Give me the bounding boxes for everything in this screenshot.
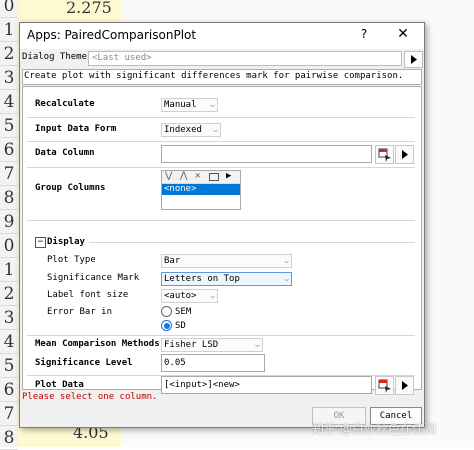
- recalculate-combo[interactable]: Manual ⌵: [161, 98, 218, 112]
- row-number[interactable]: 1: [0, 258, 18, 282]
- recalculate-value: Manual: [164, 100, 197, 110]
- input-data-form-label: Input Data Form: [35, 124, 117, 134]
- description-box: Create plot with significant differences…: [22, 69, 422, 85]
- window-icon[interactable]: [209, 173, 219, 181]
- row-number[interactable]: 4: [0, 90, 18, 114]
- theme-menu-button[interactable]: [404, 51, 423, 68]
- row-number[interactable]: 2: [0, 282, 18, 306]
- data-column-menu-button[interactable]: [395, 145, 414, 164]
- chevron-down-icon: ⌵: [255, 340, 260, 349]
- input-data-form-value: Indexed: [164, 125, 202, 135]
- group-columns-label: Group Columns: [35, 183, 106, 193]
- range-selector-icon: [378, 148, 391, 162]
- divider: [27, 117, 415, 118]
- chevron-down-icon: ⌵: [284, 274, 289, 283]
- radio-sem-label: SEM: [175, 307, 192, 317]
- label-font-size-combo[interactable]: <auto> ⌵: [161, 289, 218, 303]
- row-number[interactable]: 1: [0, 18, 18, 42]
- row-number[interactable]: 3: [0, 66, 18, 90]
- chevron-down-icon: ⌵: [213, 125, 218, 134]
- row-headers: 0123456789012345678: [0, 0, 19, 450]
- range-selector-icon: [378, 379, 391, 393]
- plot-type-value: Bar: [164, 256, 181, 266]
- group-columns-selected-item[interactable]: <none>: [162, 184, 240, 195]
- plot-type-combo[interactable]: Bar ⌵: [161, 254, 292, 268]
- play-arrow-icon: [402, 381, 408, 390]
- display-collapse-toggle[interactable]: −: [35, 237, 46, 248]
- row-number[interactable]: 7: [0, 402, 18, 426]
- divider: [27, 335, 415, 336]
- paired-comparison-dialog: Apps: PairedComparisonPlot ? ✕ Dialog Th…: [19, 22, 425, 428]
- row-number[interactable]: 7: [0, 162, 18, 186]
- dialog-theme-value: <Last used>: [92, 53, 152, 63]
- radio-sd-label: SD: [175, 321, 186, 331]
- plot-data-range-button[interactable]: [375, 376, 394, 395]
- row-number[interactable]: 0: [0, 0, 18, 18]
- row-number[interactable]: 6: [0, 378, 18, 402]
- row-number[interactable]: 4: [0, 330, 18, 354]
- label-font-size-value: <auto>: [164, 291, 197, 301]
- row-number[interactable]: 3: [0, 306, 18, 330]
- data-column-input[interactable]: [161, 145, 372, 163]
- dialog-theme-combo[interactable]: <Last used>: [88, 51, 402, 66]
- chevron-down-icon: ⌵: [210, 100, 215, 109]
- play-arrow-icon[interactable]: ▶: [226, 171, 231, 181]
- chevron-down-icon: ⌵: [284, 256, 289, 265]
- radio-sd-dot: [163, 322, 170, 329]
- dialog-title: Apps: PairedComparisonPlot: [27, 28, 197, 42]
- move-down-icon[interactable]: ⋁: [165, 171, 172, 181]
- play-arrow-icon: [411, 55, 417, 64]
- plot-data-menu-button[interactable]: [395, 376, 414, 395]
- radio-sd[interactable]: [161, 320, 172, 331]
- remove-icon[interactable]: ✕: [195, 171, 200, 181]
- settings-panel: Recalculate Manual ⌵ Input Data Form Ind…: [22, 86, 422, 395]
- cell-top-value: 2.275: [66, 0, 112, 17]
- mean-comparison-value: Fisher LSD: [164, 340, 219, 350]
- group-columns-toolbar: ⋁ ⋀ ✕ ▶: [162, 171, 240, 184]
- title-bar: Apps: PairedComparisonPlot ? ✕: [20, 23, 424, 49]
- significance-level-label: Significance Level: [35, 358, 133, 368]
- divider: [27, 141, 415, 142]
- dialog-theme-row: Dialog Theme <Last used>: [20, 50, 424, 68]
- row-number[interactable]: 5: [0, 114, 18, 138]
- plot-data-label: Plot Data: [35, 380, 84, 390]
- watermark: 知乎 @白沙秋色在江湖: [312, 422, 436, 436]
- data-column-label: Data Column: [35, 148, 95, 158]
- significance-mark-value: Letters on Top: [164, 274, 240, 284]
- divider: [27, 220, 415, 221]
- plot-type-label: Plot Type: [47, 255, 96, 265]
- significance-level-input[interactable]: 0.05: [161, 354, 265, 372]
- row-number[interactable]: 8: [0, 426, 18, 450]
- error-bar-label: Error Bar in: [47, 307, 113, 317]
- plot-data-input[interactable]: [<input>]<new>: [161, 376, 372, 394]
- display-group-line: [89, 242, 415, 243]
- status-message: Please select one column.: [22, 392, 158, 402]
- row-number[interactable]: 8: [0, 186, 18, 210]
- dialog-theme-label: Dialog Theme: [22, 52, 88, 62]
- group-columns-listbox[interactable]: ⋁ ⋀ ✕ ▶ <none>: [161, 170, 241, 210]
- row-number[interactable]: 2: [0, 42, 18, 66]
- chevron-down-icon: ⌵: [210, 291, 215, 300]
- description-text: Create plot with significant differences…: [24, 71, 404, 81]
- row-number[interactable]: 9: [0, 210, 18, 234]
- radio-sem[interactable]: [161, 306, 172, 317]
- row-number[interactable]: 0: [0, 234, 18, 258]
- mean-comparison-combo[interactable]: Fisher LSD ⌵: [161, 338, 263, 352]
- help-button[interactable]: ?: [356, 27, 372, 43]
- input-data-form-combo[interactable]: Indexed ⌵: [161, 123, 221, 137]
- label-font-size-label: Label font size: [47, 290, 129, 300]
- row-number[interactable]: 6: [0, 138, 18, 162]
- select-range-button[interactable]: [375, 145, 394, 164]
- divider: [27, 167, 415, 168]
- row-number[interactable]: 5: [0, 354, 18, 378]
- recalculate-label: Recalculate: [35, 99, 95, 109]
- move-up-icon[interactable]: ⋀: [180, 171, 187, 181]
- significance-mark-combo[interactable]: Letters on Top ⌵: [161, 272, 292, 286]
- display-group-label: Display: [47, 237, 85, 247]
- play-arrow-icon: [402, 150, 408, 159]
- significance-mark-label: Significance Mark: [47, 273, 140, 283]
- close-button[interactable]: ✕: [394, 26, 412, 44]
- mean-comparison-label: Mean Comparison Methods: [35, 339, 160, 349]
